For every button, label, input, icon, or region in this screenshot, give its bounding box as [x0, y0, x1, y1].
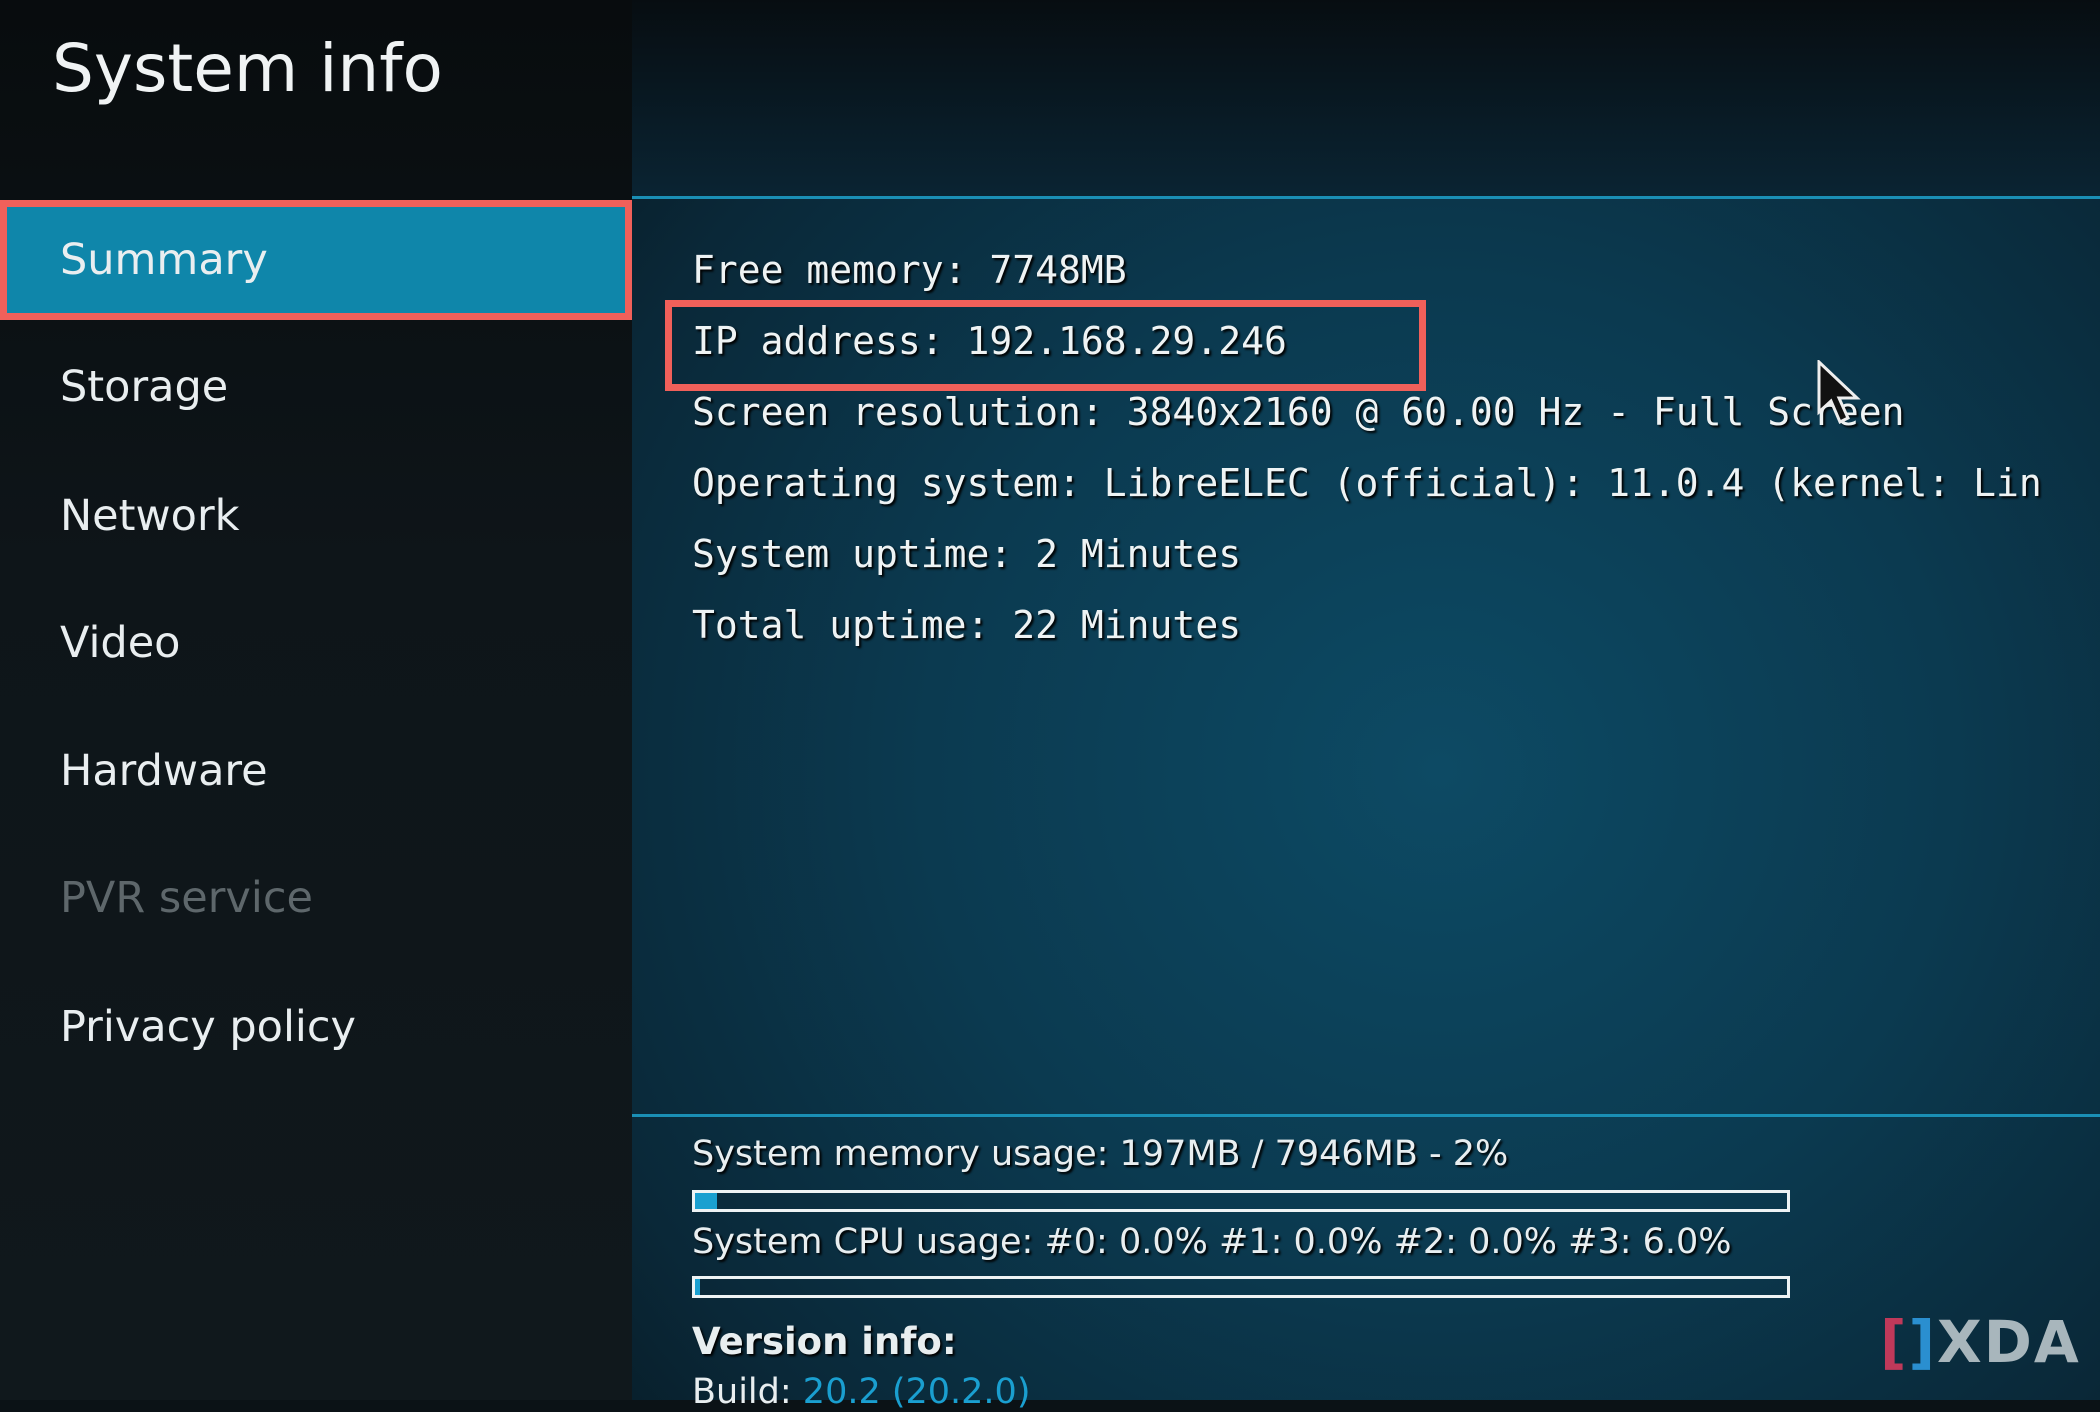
ip-address-line: IP address: 192.168.29.246	[692, 319, 1287, 363]
cpu-usage-label: System CPU usage: #0: 0.0% #1: 0.0% #2: …	[692, 1222, 1732, 1262]
memory-usage-label: System memory usage: 197MB / 7946MB - 2%	[692, 1134, 1509, 1174]
sidebar-item-network[interactable]: Network	[0, 456, 632, 576]
operating-system-line: Operating system: LibreELEC (official): …	[692, 461, 2042, 505]
total-uptime-line: Total uptime: 22 Minutes	[692, 603, 1242, 647]
cpu-usage-fill	[695, 1279, 701, 1295]
memory-usage-fill	[695, 1193, 717, 1209]
main-panel: Free memory: 7748MB IP address: 192.168.…	[632, 0, 2100, 1412]
build-line: Build: 20.2 (20.2.0)	[692, 1372, 1031, 1412]
watermark-text: XDA	[1937, 1308, 2081, 1376]
sidebar: System info Summary Storage Network Vide…	[0, 0, 632, 1400]
sidebar-item-pvr-service: PVR service	[60, 873, 313, 923]
cpu-usage-bar	[692, 1276, 1790, 1298]
screen-resolution-line: Screen resolution: 3840x2160 @ 60.00 Hz …	[692, 390, 1905, 434]
footer-divider	[632, 1114, 2100, 1117]
header-area	[632, 0, 2100, 198]
sidebar-item-video[interactable]: Video	[0, 583, 632, 703]
sidebar-item-summary[interactable]: Summary	[0, 200, 632, 320]
sidebar-item-privacy-policy[interactable]: Privacy policy	[0, 967, 632, 1087]
build-value: 20.2 (20.2.0)	[802, 1372, 1031, 1412]
system-uptime-line: System uptime: 2 Minutes	[692, 532, 1242, 576]
sidebar-item-hardware[interactable]: Hardware	[0, 711, 632, 831]
header-divider	[632, 196, 2100, 199]
build-label: Build:	[692, 1372, 792, 1412]
xda-watermark-logo: []XDA	[1880, 1308, 2081, 1376]
free-memory-line: Free memory: 7748MB	[692, 248, 1127, 292]
sidebar-item-storage[interactable]: Storage	[0, 327, 632, 447]
memory-usage-bar	[692, 1190, 1790, 1212]
mouse-cursor-icon	[1817, 358, 1863, 430]
version-info-title: Version info:	[692, 1320, 957, 1363]
page-title: System info	[52, 30, 443, 107]
